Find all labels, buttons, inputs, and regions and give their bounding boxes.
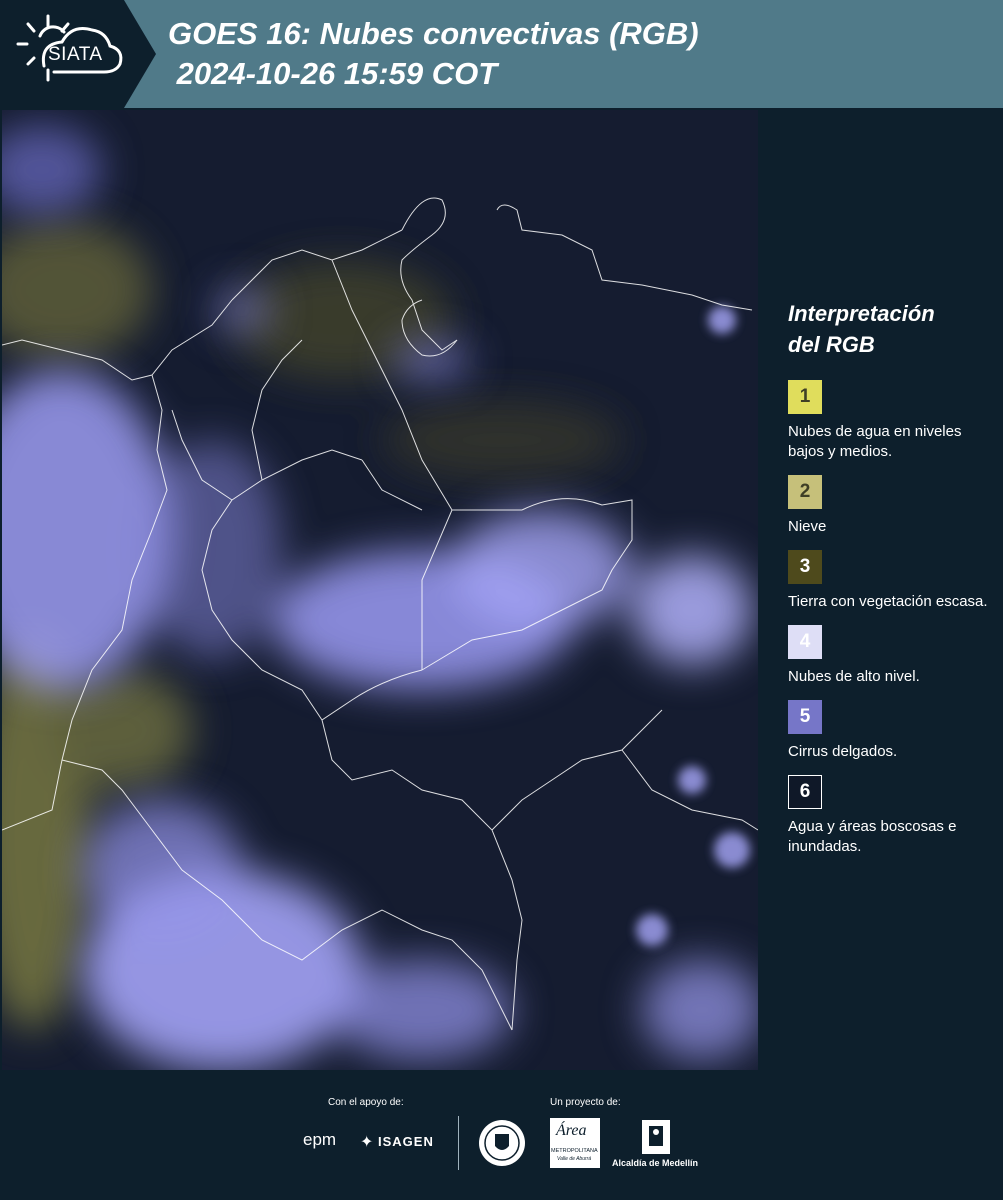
legend-title: Interpretación del RGB	[788, 298, 988, 360]
medellin-seal-icon	[479, 1120, 525, 1166]
legend-swatch: 2	[788, 475, 822, 509]
legend-label: Agua y áreas boscosas e inundadas.	[788, 818, 957, 855]
isagen-logo: ISAGEN	[378, 1134, 434, 1149]
isagen-icon: ✦	[360, 1134, 374, 1151]
epm-logo: epm	[303, 1130, 337, 1149]
legend-label: Nieve	[788, 518, 827, 535]
logo-text: SIATA	[48, 44, 103, 65]
page-title: GOES 16: Nubes convectivas (RGB) 2024-10…	[168, 14, 699, 94]
legend-swatch: 5	[788, 700, 822, 734]
footer-divider	[458, 1116, 459, 1170]
legend-label: Nubes de agua en niveles bajos y medios.	[788, 423, 962, 460]
area-metropolitana-sub2: Valle de Aburrá	[557, 1156, 592, 1162]
satellite-image	[2, 110, 758, 1070]
legend-swatch: 3	[788, 550, 822, 584]
legend-item: 3 Tierra con vegetación escasa.	[788, 550, 988, 612]
legend-label: Tierra con vegetación escasa.	[788, 593, 988, 610]
legend-title-line-1: Interpretación	[788, 301, 935, 326]
legend-item: 6 Agua y áreas boscosas e inundadas.	[788, 775, 988, 857]
title-line-2: 2024-10-26 15:59 COT	[168, 56, 498, 91]
satellite-map	[2, 110, 758, 1070]
title-line-1: GOES 16: Nubes convectivas (RGB)	[168, 16, 699, 51]
alcaldia-shield-icon	[642, 1120, 670, 1154]
legend-item: 1 Nubes de agua en niveles bajos y medio…	[788, 380, 988, 462]
area-metropolitana-logo: Área	[556, 1122, 587, 1139]
legend-item: 2 Nieve	[788, 475, 988, 537]
legend-swatch: 4	[788, 625, 822, 659]
project-label: Un proyecto de:	[550, 1097, 621, 1108]
legend-item: 5 Cirrus delgados.	[788, 700, 988, 762]
support-label: Con el apoyo de:	[328, 1097, 404, 1108]
legend-item: 4 Nubes de alto nivel.	[788, 625, 988, 687]
legend-label: Nubes de alto nivel.	[788, 668, 920, 685]
legend-label: Cirrus delgados.	[788, 743, 898, 760]
header-bar: SIATA GOES 16: Nubes convectivas (RGB) 2…	[0, 0, 1003, 108]
legend-title-line-2: del RGB	[788, 332, 875, 357]
legend-swatch: 1	[788, 380, 822, 414]
area-metropolitana-sub: METROPOLITANA	[551, 1148, 598, 1154]
legend: Interpretación del RGB 1 Nubes de agua e…	[788, 298, 988, 870]
legend-swatch: 6	[788, 775, 822, 809]
alcaldia-logo: Alcaldía de Medellín	[612, 1158, 699, 1168]
